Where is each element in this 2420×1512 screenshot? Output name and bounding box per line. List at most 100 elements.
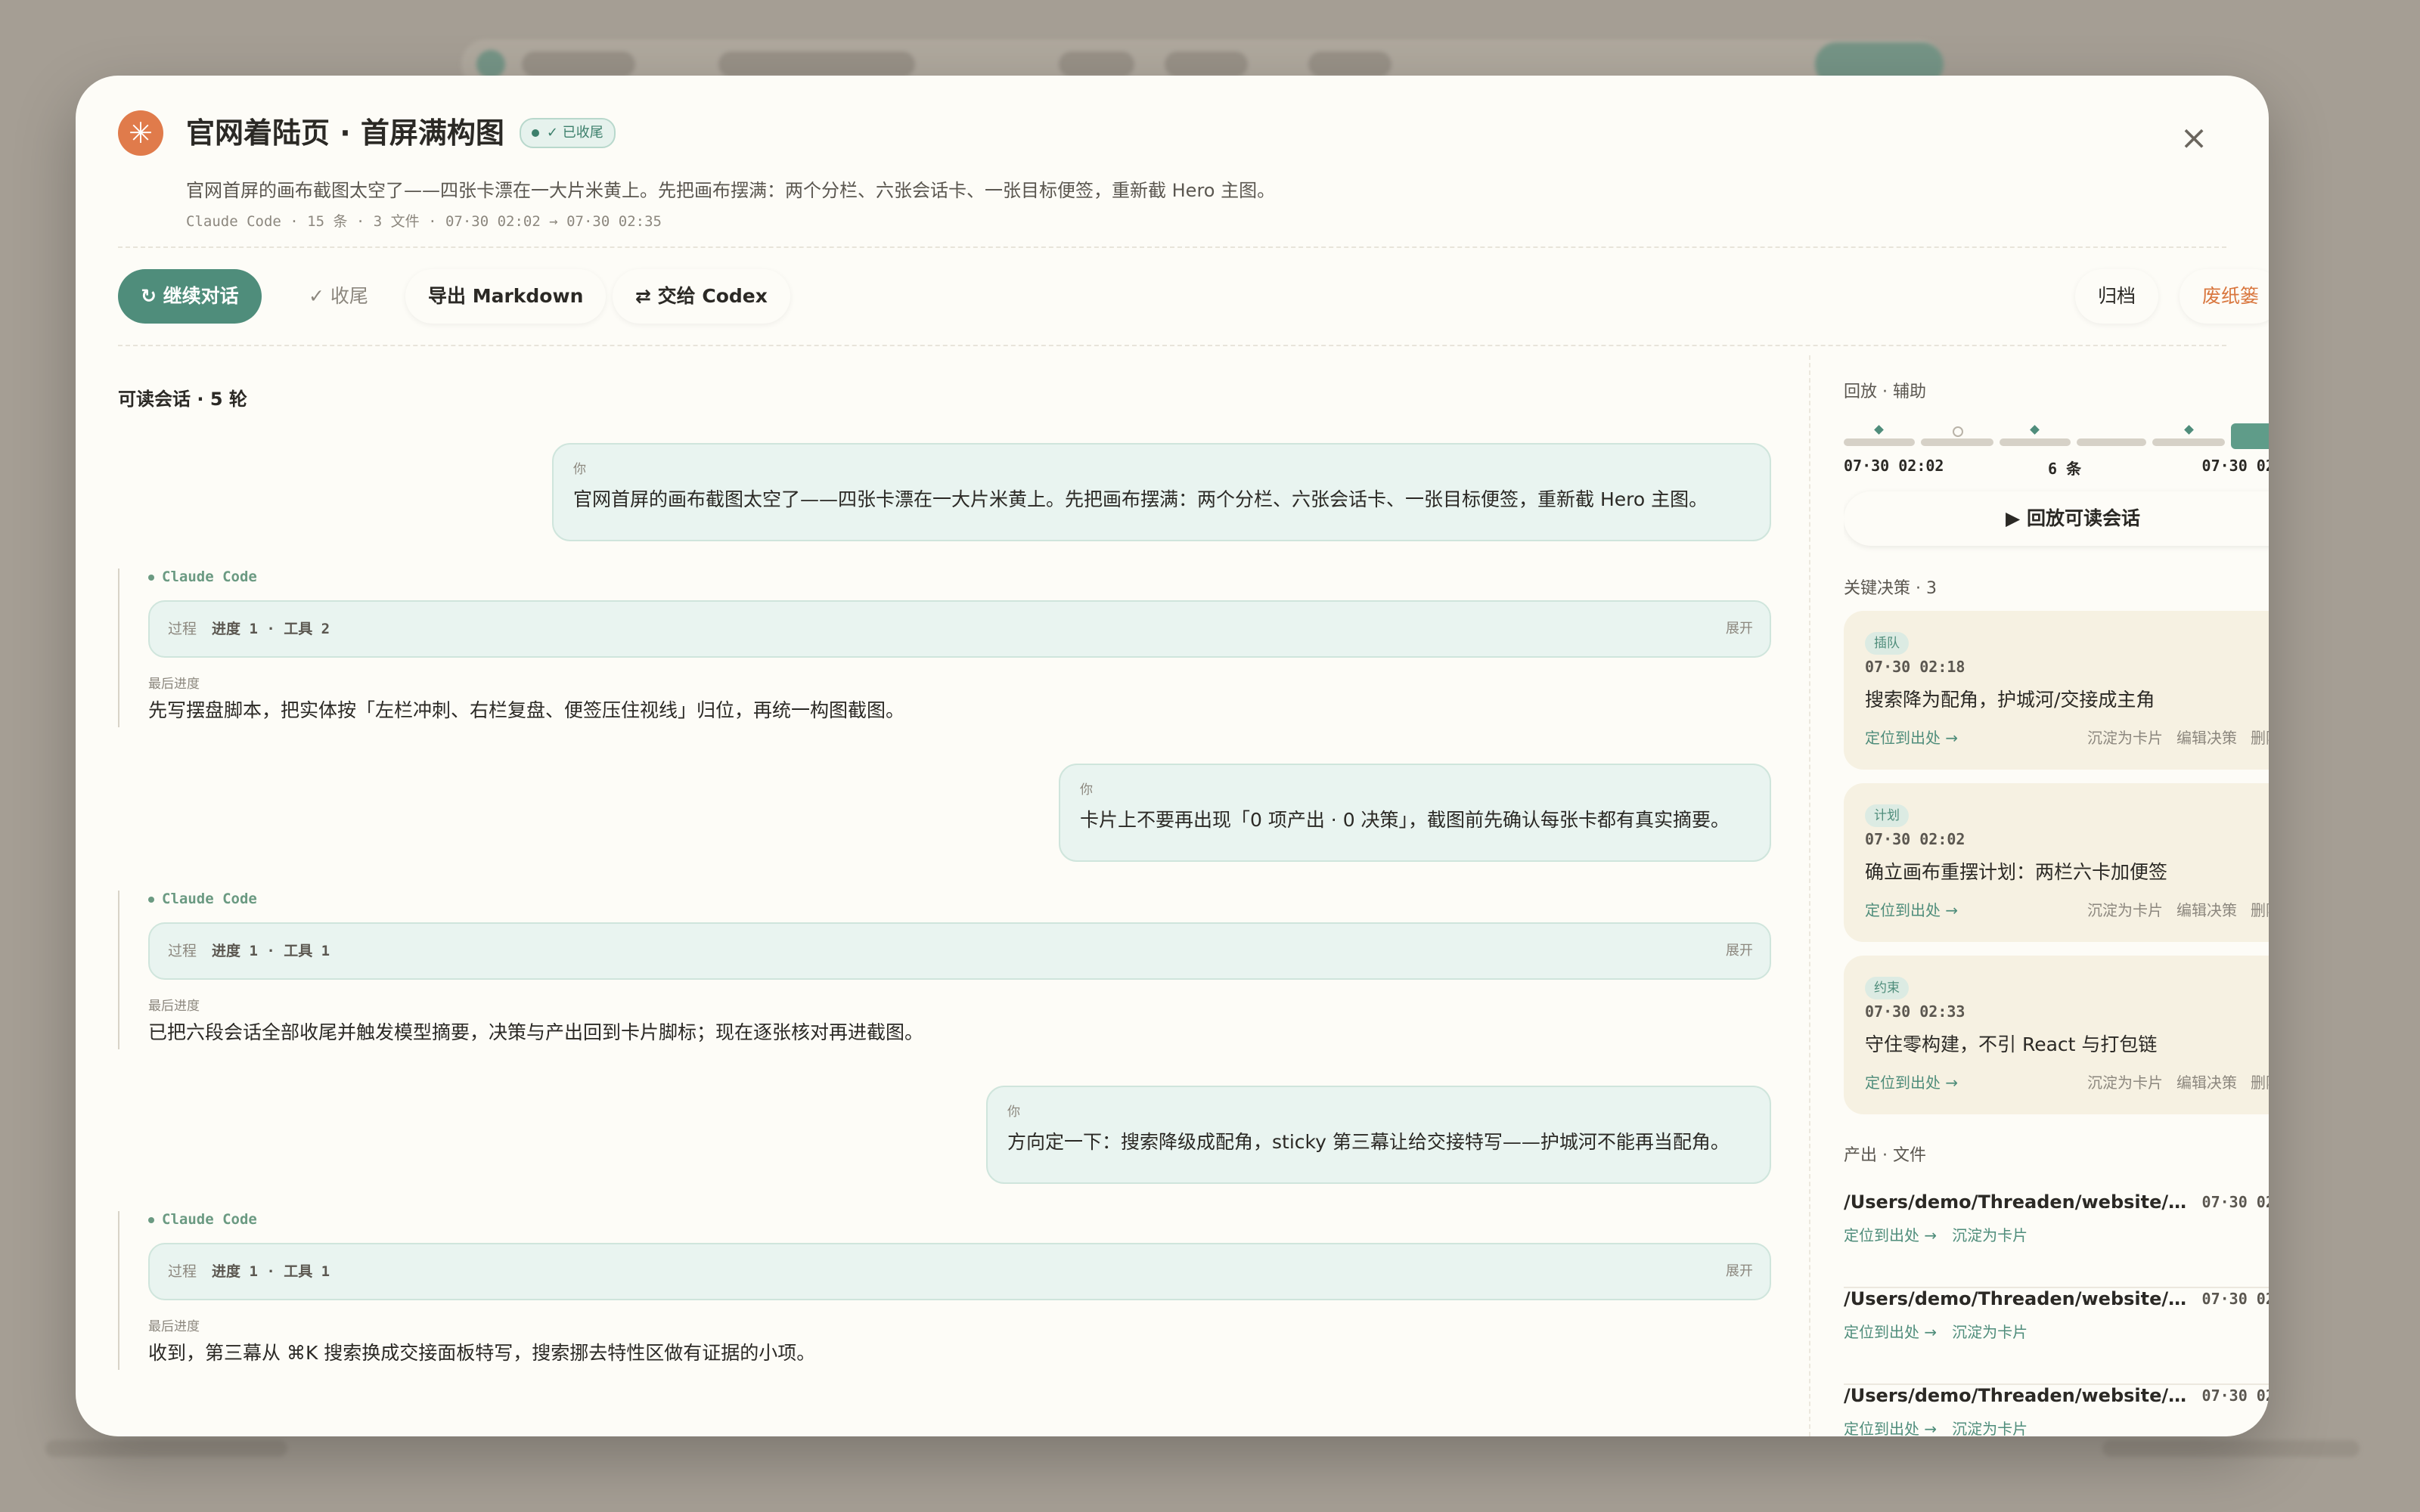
decision-tag: 计划 xyxy=(1865,804,1909,827)
process-label: 过程 xyxy=(168,943,197,959)
trash-button[interactable]: 废纸篓 xyxy=(2180,269,2269,324)
edit-decision-button[interactable]: 编辑决策 xyxy=(2176,901,2237,919)
action-toolbar: ↻ 继续对话 ✓ 收尾 导出 Markdown ⇄ 交给 Codex 归档 废纸… xyxy=(118,269,2269,324)
output-file-path: /Users/demo/Threaden/website/scripts.js xyxy=(1844,1288,2192,1309)
user-message-text: 官网首屏的画布截图太空了——四张卡漂在一大片米黄上。先把画布摆满：两个分栏、六张… xyxy=(573,488,1708,510)
session-detail-dialog: ✳ 官网着陆页 · 首屏满构图 ✓ 已收尾 × 官网首屏的画布截图太空了——四张… xyxy=(76,76,2269,1436)
save-as-card-button[interactable]: 沉淀为卡片 xyxy=(2087,729,2163,747)
decision-time: 07·30 02:18 xyxy=(1865,658,1965,676)
user-label: 你 xyxy=(1007,1105,1020,1120)
process-value: 进度 1 · 工具 1 xyxy=(212,1263,330,1280)
dialog-title: 官网着陆页 · 首屏满构图 xyxy=(186,116,504,150)
locate-source-link[interactable]: 定位到出处 → xyxy=(1865,1070,1958,1092)
timeline-end: 07·30 02:35 xyxy=(2201,457,2269,475)
locate-source-link[interactable]: 定位到出处 → xyxy=(1865,898,1958,920)
status-badge-label: ✓ 已收尾 xyxy=(546,125,603,141)
timeline-segment[interactable] xyxy=(2077,438,2146,446)
decision-marker-icon xyxy=(2184,425,2194,435)
last-progress-text: 先写摆盘脚本，把实体按「左栏冲刺、右栏复盘、便签压住视线」归位，再统一构图截图。 xyxy=(148,699,905,721)
output-file-links: 定位到出处 → 沉淀为卡片 xyxy=(1844,1223,2028,1245)
delete-decision-button[interactable]: 删除 xyxy=(2251,1074,2269,1092)
assistant-reply: Claude Code 过程 进度 1 · 工具 2 展开 最后进度 先写摆盘脚… xyxy=(118,569,1771,727)
assistant-dot-icon xyxy=(148,1216,154,1223)
assistant-reply: Claude Code 过程 进度 1 · 工具 1 展开 最后进度 收到，第三… xyxy=(118,1211,1771,1370)
header-divider xyxy=(118,246,2226,248)
decisions-title: 关键决策 · 3 xyxy=(1844,579,1937,598)
timeline-segment-active[interactable] xyxy=(2231,423,2269,449)
export-markdown-button[interactable]: 导出 Markdown xyxy=(405,269,607,324)
process-summary[interactable]: 过程 进度 1 · 工具 1 展开 xyxy=(148,922,1771,980)
user-message: 你 卡片上不要再出现「0 项产出 · 0 决策」，截图前先确认每张卡都有真实摘要… xyxy=(1059,764,1771,862)
decision-text: 搜索降为配角，护城河/交接成主角 xyxy=(1865,689,2155,711)
background-footer-right xyxy=(2102,1440,2360,1457)
user-message: 你 方向定一下：搜索降级成配角，sticky 第三幕让给交接特写——护城河不能再… xyxy=(986,1086,1771,1184)
locate-source-link[interactable]: 定位到出处 → xyxy=(1844,1420,1937,1436)
wrapup-button[interactable]: ✓ 收尾 xyxy=(286,269,391,324)
replay-conversation-button[interactable]: ▶ 回放可读会话 xyxy=(1844,491,2269,546)
background-logo xyxy=(476,50,505,79)
last-progress-text: 已把六段会话全部收尾并触发模型摘要，决策与产出回到卡片脚标；现在逐张核对再进截图… xyxy=(148,1021,924,1043)
conversation-pane[interactable]: 可读会话 · 5 轮 你 官网首屏的画布截图太空了——四张卡漂在一大片米黄上。先… xyxy=(118,378,1771,1436)
output-file-time: 07·30 02:03 xyxy=(2201,1387,2269,1405)
decision-card: 插队 07·30 02:18 搜索降为配角，护城河/交接成主角 定位到出处 → … xyxy=(1844,611,2269,770)
save-as-card-button[interactable]: 沉淀为卡片 xyxy=(2087,901,2163,919)
background-pill xyxy=(1165,51,1248,77)
expand-button[interactable]: 展开 xyxy=(1726,1244,1753,1299)
save-as-card-link[interactable]: 沉淀为卡片 xyxy=(1952,1226,2028,1244)
timeline-segment[interactable] xyxy=(2000,438,2071,446)
last-progress-label: 最后进度 xyxy=(148,1319,200,1334)
user-message: 你 官网首屏的画布截图太空了——四张卡漂在一大片米黄上。先把画布摆满：两个分栏、… xyxy=(552,443,1771,541)
assistant-label: Claude Code xyxy=(148,891,257,907)
background-pill xyxy=(522,51,635,77)
assistant-label: Claude Code xyxy=(148,569,257,585)
process-summary[interactable]: 过程 进度 1 · 工具 2 展开 xyxy=(148,600,1771,658)
dialog-title-row: 官网着陆页 · 首屏满构图 ✓ 已收尾 xyxy=(186,110,616,156)
expand-button[interactable]: 展开 xyxy=(1726,924,1753,978)
outputs-title: 产出 · 文件 xyxy=(1844,1146,1926,1165)
session-sidebar[interactable]: 回放 · 辅助 07·30 02:02 6 条 07·30 02:35 ▶ 回放… xyxy=(1844,378,2269,1436)
decision-tag: 约束 xyxy=(1865,977,1909,999)
handoff-codex-button[interactable]: ⇄ 交给 Codex xyxy=(613,269,790,324)
dialog-subtitle: 官网首屏的画布截图太空了——四张卡漂在一大片米黄上。先把画布摆满：两个分栏、六张… xyxy=(186,180,1276,201)
pane-divider xyxy=(1809,355,1810,1436)
continue-conversation-button[interactable]: ↻ 继续对话 xyxy=(118,269,262,324)
locate-source-link[interactable]: 定位到出处 → xyxy=(1844,1226,1937,1244)
last-progress-label: 最后进度 xyxy=(148,999,200,1014)
locate-source-link[interactable]: 定位到出处 → xyxy=(1865,726,1958,748)
save-as-card-link[interactable]: 沉淀为卡片 xyxy=(1952,1420,2028,1436)
output-file-links: 定位到出处 → 沉淀为卡片 xyxy=(1844,1320,2028,1342)
decision-time: 07·30 02:33 xyxy=(1865,1002,1965,1021)
last-progress-text: 收到，第三幕从 ⌘K 搜索换成交接面板特写，搜索挪去特性区做有证据的小项。 xyxy=(148,1342,816,1364)
decision-card: 约束 07·30 02:33 守住零构建，不引 React 与打包链 定位到出处… xyxy=(1844,956,2269,1114)
decision-time: 07·30 02:02 xyxy=(1865,830,1965,848)
assistant-label: Claude Code xyxy=(148,1211,257,1228)
output-file-row: /Users/demo/Threaden/website/scripts.js … xyxy=(1844,1288,2269,1385)
delete-decision-button[interactable]: 删除 xyxy=(2251,901,2269,919)
background-pill xyxy=(1308,51,1392,77)
archive-button[interactable]: 归档 xyxy=(2075,269,2159,324)
process-summary[interactable]: 过程 进度 1 · 工具 1 展开 xyxy=(148,1243,1771,1300)
background-pill xyxy=(1059,51,1134,77)
expand-button[interactable]: 展开 xyxy=(1726,602,1753,656)
decision-tag: 插队 xyxy=(1865,632,1909,655)
locate-source-link[interactable]: 定位到出处 → xyxy=(1844,1323,1937,1341)
edit-decision-button[interactable]: 编辑决策 xyxy=(2176,1074,2237,1092)
save-as-card-link[interactable]: 沉淀为卡片 xyxy=(1952,1323,2028,1341)
edit-decision-button[interactable]: 编辑决策 xyxy=(2176,729,2237,747)
decision-text: 守住零构建，不引 React 与打包链 xyxy=(1865,1033,2158,1055)
output-file-path: /Users/demo/Threaden/website/scripts.js xyxy=(1844,1385,2192,1406)
timeline-start: 07·30 02:02 xyxy=(1844,457,1944,475)
process-label: 过程 xyxy=(168,621,197,637)
background-pill xyxy=(718,51,915,77)
save-as-card-button[interactable]: 沉淀为卡片 xyxy=(2087,1074,2163,1092)
decision-text: 确立画布重摆计划：两栏六卡加便签 xyxy=(1865,861,2168,883)
close-icon[interactable]: × xyxy=(2176,121,2211,156)
timeline-segment[interactable] xyxy=(1921,438,1993,446)
assistant-dot-icon xyxy=(148,896,154,903)
output-file-row: /Users/demo/Threaden/website/scripts.js … xyxy=(1844,1385,2269,1436)
delete-decision-button[interactable]: 删除 xyxy=(2251,729,2269,747)
user-message-text: 卡片上不要再出现「0 项产出 · 0 决策」，截图前先确认每张卡都有真实摘要。 xyxy=(1080,809,1730,831)
replay-title: 回放 · 辅助 xyxy=(1844,383,1926,401)
timeline-segment[interactable] xyxy=(2152,438,2225,446)
timeline-segment[interactable] xyxy=(1844,438,1915,446)
